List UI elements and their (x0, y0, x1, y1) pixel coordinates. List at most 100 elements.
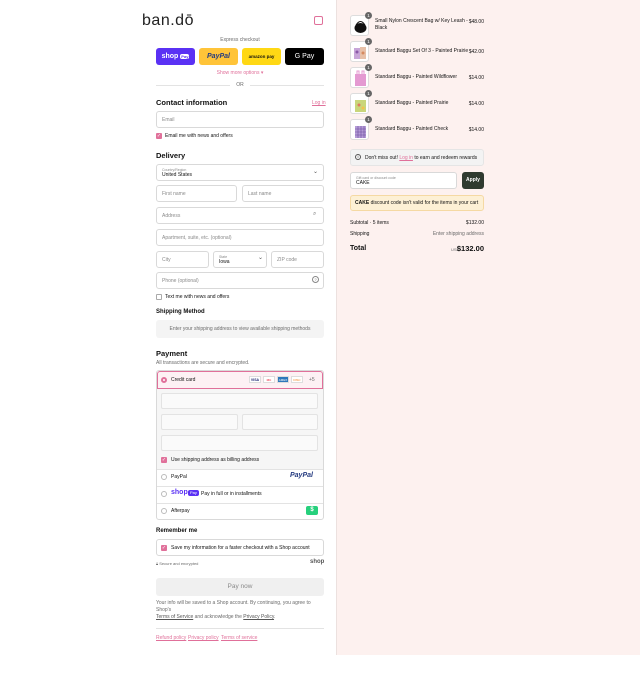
contact-title: Contact information (156, 98, 228, 107)
afterpay-logo: $ (306, 506, 318, 515)
secure-text: 🔒︎ Secure and encrypted (156, 561, 199, 566)
login-link[interactable]: Log in (312, 100, 326, 106)
last-name-field[interactable]: Last name (242, 185, 324, 202)
item-name: Standard Baggu Set Of 3 - Painted Prairi… (375, 48, 469, 54)
help-icon[interactable]: ? (312, 276, 319, 283)
text-news-label: Text me with news and offers (165, 294, 230, 300)
address-placeholder: Address (162, 212, 181, 219)
apply-button[interactable]: Apply (462, 172, 484, 189)
delivery-title: Delivery (156, 151, 186, 160)
credit-card-label: Credit card (171, 377, 196, 383)
chevron-down-icon: ⌄ (258, 255, 264, 261)
legal-and: and acknowledge the (194, 614, 242, 620)
paypal-express-button[interactable]: PayPal (199, 48, 238, 65)
shipping-value: Enter shipping address (432, 231, 484, 237)
remember-label: Save my information for a faster checkou… (171, 545, 310, 551)
payment-subtitle: All transactions are secure and encrypte… (156, 360, 250, 366)
item-price: $14.00 (468, 127, 484, 133)
discount-code-field[interactable]: Gift card or discount code CAKE (350, 172, 457, 189)
item-name: Standard Baggu - Painted Wildflower (375, 74, 457, 80)
apartment-placeholder: Apartment, suite, etc. (optional) (162, 234, 232, 241)
card-number-field[interactable] (161, 393, 318, 409)
item-qty-badge: 1 (365, 12, 372, 19)
divider (157, 486, 323, 487)
remember-checkbox[interactable]: ✓ (161, 545, 167, 551)
phone-field[interactable]: Phone (optional) (156, 272, 324, 289)
remember-title: Remember me (156, 528, 198, 534)
city-placeholder: City (162, 256, 171, 263)
divider (157, 469, 323, 470)
card-cvv-field[interactable] (242, 414, 318, 430)
or-divider-label: OR (230, 82, 250, 88)
afterpay-radio[interactable] (161, 508, 167, 514)
city-field[interactable]: City (156, 251, 209, 268)
subtotal-label: Subtotal · 5 items (350, 220, 389, 226)
refund-policy-link[interactable]: Refund policy (156, 635, 186, 641)
privacy-link[interactable]: Privacy Policy (243, 614, 274, 620)
paypal-radio[interactable] (161, 474, 167, 480)
rewards-post: to earn and redeem rewards (414, 155, 478, 161)
more-cards-count: +5 (309, 377, 315, 383)
secure-label: Secure and encrypted (159, 561, 199, 566)
shipping-method-message: Enter your shipping address to view avai… (156, 320, 324, 338)
item-name: Standard Baggu - Painted Check (375, 126, 449, 132)
show-more-options-link[interactable]: Show more options ▾ (156, 70, 324, 76)
amazon-pay-button[interactable]: amazon pay (242, 48, 281, 65)
card-name-field[interactable] (161, 435, 318, 451)
email-field[interactable]: Email (156, 111, 324, 128)
terms-link[interactable]: Terms of Service (156, 614, 193, 620)
legal-text: Your info will be saved to a Shop accoun… (156, 600, 324, 621)
legal-line1: Your info will be saved to a Shop accoun… (156, 600, 311, 613)
amex-icon: AMEX (277, 376, 289, 383)
item-price: $14.00 (468, 101, 484, 107)
email-news-checkbox[interactable]: ✓ (156, 133, 162, 139)
address-field[interactable]: Address (156, 207, 324, 224)
terms-of-service-link[interactable]: Terms of service (221, 635, 257, 641)
last-name-placeholder: Last name (248, 190, 272, 197)
card-expiry-field[interactable] (161, 414, 238, 430)
shipping-label: Shipping (350, 231, 370, 237)
item-price: $14.00 (468, 75, 484, 81)
zip-placeholder: ZIP code (277, 256, 297, 263)
divider (157, 503, 323, 504)
info-icon: i (355, 154, 361, 160)
country-value: United States (162, 171, 193, 178)
item-price: $42.00 (468, 49, 484, 55)
billing-same-label: Use shipping address as billing address (171, 457, 260, 463)
mastercard-icon: MC (263, 376, 275, 383)
apartment-field[interactable]: Apartment, suite, etc. (optional) (156, 229, 324, 246)
state-value: Iowa (219, 258, 230, 265)
cart-bag-icon[interactable] (314, 16, 323, 25)
rewards-login-link[interactable]: Log in (399, 155, 413, 161)
zip-field[interactable]: ZIP code (271, 251, 324, 268)
discount-error-code: CAKE (355, 200, 370, 206)
item-qty-badge: 1 (365, 64, 372, 71)
shop-logo: shop (310, 559, 325, 565)
credit-card-radio[interactable] (161, 377, 167, 383)
text-news-checkbox[interactable] (156, 294, 162, 300)
item-name: Standard Baggu - Painted Prairie (375, 100, 449, 106)
discount-error-message: discount code isn't valid for the items … (370, 200, 479, 206)
item-qty-badge: 1 (365, 90, 372, 97)
pay-now-button[interactable]: Pay now (156, 578, 324, 596)
paypal-logo: PayPal (290, 472, 313, 479)
google-pay-button[interactable]: G Pay (285, 48, 324, 65)
total-value: $132.00 (456, 244, 484, 253)
country-select[interactable]: Country/Region United States (156, 164, 324, 181)
privacy-policy-link[interactable]: Privacy policy (188, 635, 219, 641)
brand-logo[interactable]: ban.dō (0, 12, 336, 30)
first-name-field[interactable]: First name (156, 185, 237, 202)
afterpay-label: Afterpay (171, 508, 190, 514)
shipping-method-title: Shipping Method (156, 309, 205, 315)
shop-pay-button[interactable]: shop Pay (156, 48, 195, 65)
divider (156, 628, 324, 629)
discount-error-text: CAKE discount code isn't valid for the i… (355, 200, 478, 206)
billing-same-checkbox[interactable]: ✓ (161, 457, 167, 463)
total-label: Total (350, 245, 367, 252)
email-placeholder: Email (162, 116, 175, 123)
email-news-label: Email me with news and offers (165, 133, 233, 139)
shop-pay-radio[interactable] (161, 491, 167, 497)
shop-pay-badge: Pay (188, 490, 199, 496)
payment-title: Payment (156, 349, 188, 358)
discover-icon: DISC (291, 376, 303, 383)
